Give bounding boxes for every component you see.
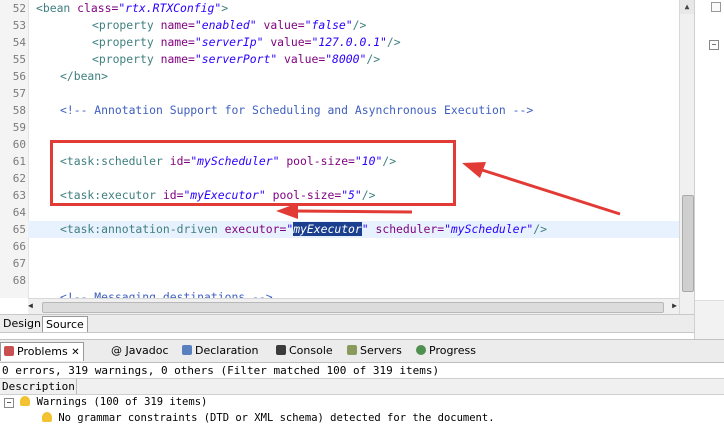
editor-horizontal-scrollbar[interactable]: ◀ ▶ — [28, 298, 679, 315]
tab-progress[interactable]: Progress — [416, 342, 476, 360]
tab-javadoc[interactable]: @ Javadoc — [111, 342, 169, 360]
problems-icon — [4, 346, 14, 356]
column-header-description[interactable]: Description — [0, 378, 724, 395]
outline-pane: − — [694, 0, 724, 341]
annotation-arrowhead-2 — [276, 203, 298, 219]
declaration-icon — [182, 345, 192, 355]
annotation-arrows — [276, 162, 621, 219]
outline-menu-icon[interactable] — [711, 2, 721, 12]
bottom-panel-tabs: Problems ✕ @ Javadoc Declaration Console… — [0, 339, 724, 363]
scrollbar-thumb[interactable] — [682, 195, 694, 292]
warnings-group-row[interactable]: − Warnings (100 of 319 items) — [4, 394, 207, 410]
scroll-right-icon[interactable]: ▶ — [672, 301, 677, 310]
close-icon[interactable]: ✕ — [71, 347, 79, 358]
warning-icon — [42, 412, 52, 422]
console-icon — [276, 345, 286, 355]
xml-editor[interactable]: 52 53 54 55 56 57 58 59 60 61 62 63 64 6… — [0, 0, 679, 298]
tab-design[interactable]: Design — [0, 316, 44, 331]
column-divider[interactable] — [76, 379, 77, 394]
servers-icon — [347, 345, 357, 355]
scroll-left-icon[interactable]: ◀ — [28, 301, 33, 310]
warning-item-row[interactable]: No grammar constraints (DTD or XML schem… — [42, 410, 495, 426]
warning-icon — [20, 396, 31, 406]
tab-console[interactable]: Console — [276, 342, 333, 360]
problems-summary: 0 errors, 319 warnings, 0 others (Filter… — [2, 364, 440, 377]
tab-source[interactable]: Source — [42, 316, 88, 332]
progress-icon — [416, 345, 426, 355]
collapse-icon[interactable]: − — [4, 398, 14, 408]
editor-vertical-scrollbar[interactable]: ▲ — [679, 0, 694, 315]
horizontal-scrollbar-thumb[interactable] — [42, 302, 664, 313]
annotation-arrowhead-1 — [462, 162, 486, 178]
editor-mode-tabs: Design Source — [0, 314, 694, 333]
annotation-arrow-1 — [481, 168, 621, 216]
outline-scrollbar[interactable] — [695, 300, 724, 341]
tab-servers[interactable]: Servers — [347, 342, 402, 360]
annotation-arrow-2 — [295, 209, 413, 214]
collapse-icon[interactable]: − — [709, 40, 719, 50]
scroll-up-icon[interactable]: ▲ — [680, 0, 694, 14]
tab-problems[interactable]: Problems ✕ — [0, 342, 84, 361]
tab-declaration[interactable]: Declaration — [182, 342, 258, 360]
